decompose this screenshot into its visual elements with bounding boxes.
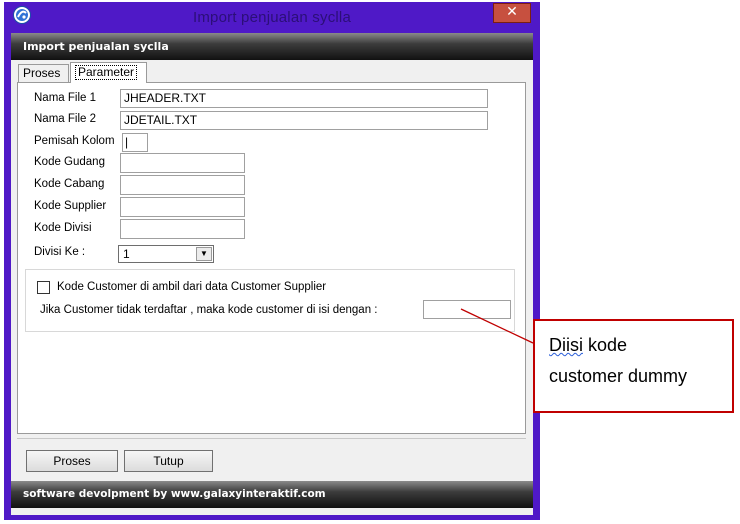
- annotation-word-kode: kode: [588, 335, 628, 355]
- annotation-pointer-line: [460, 308, 534, 344]
- annotation-word-diisi: Diisi: [549, 335, 583, 355]
- annotation-callout-text: Diisi kode customer dummy: [549, 330, 729, 392]
- annotation-line-2: customer dummy: [549, 366, 688, 386]
